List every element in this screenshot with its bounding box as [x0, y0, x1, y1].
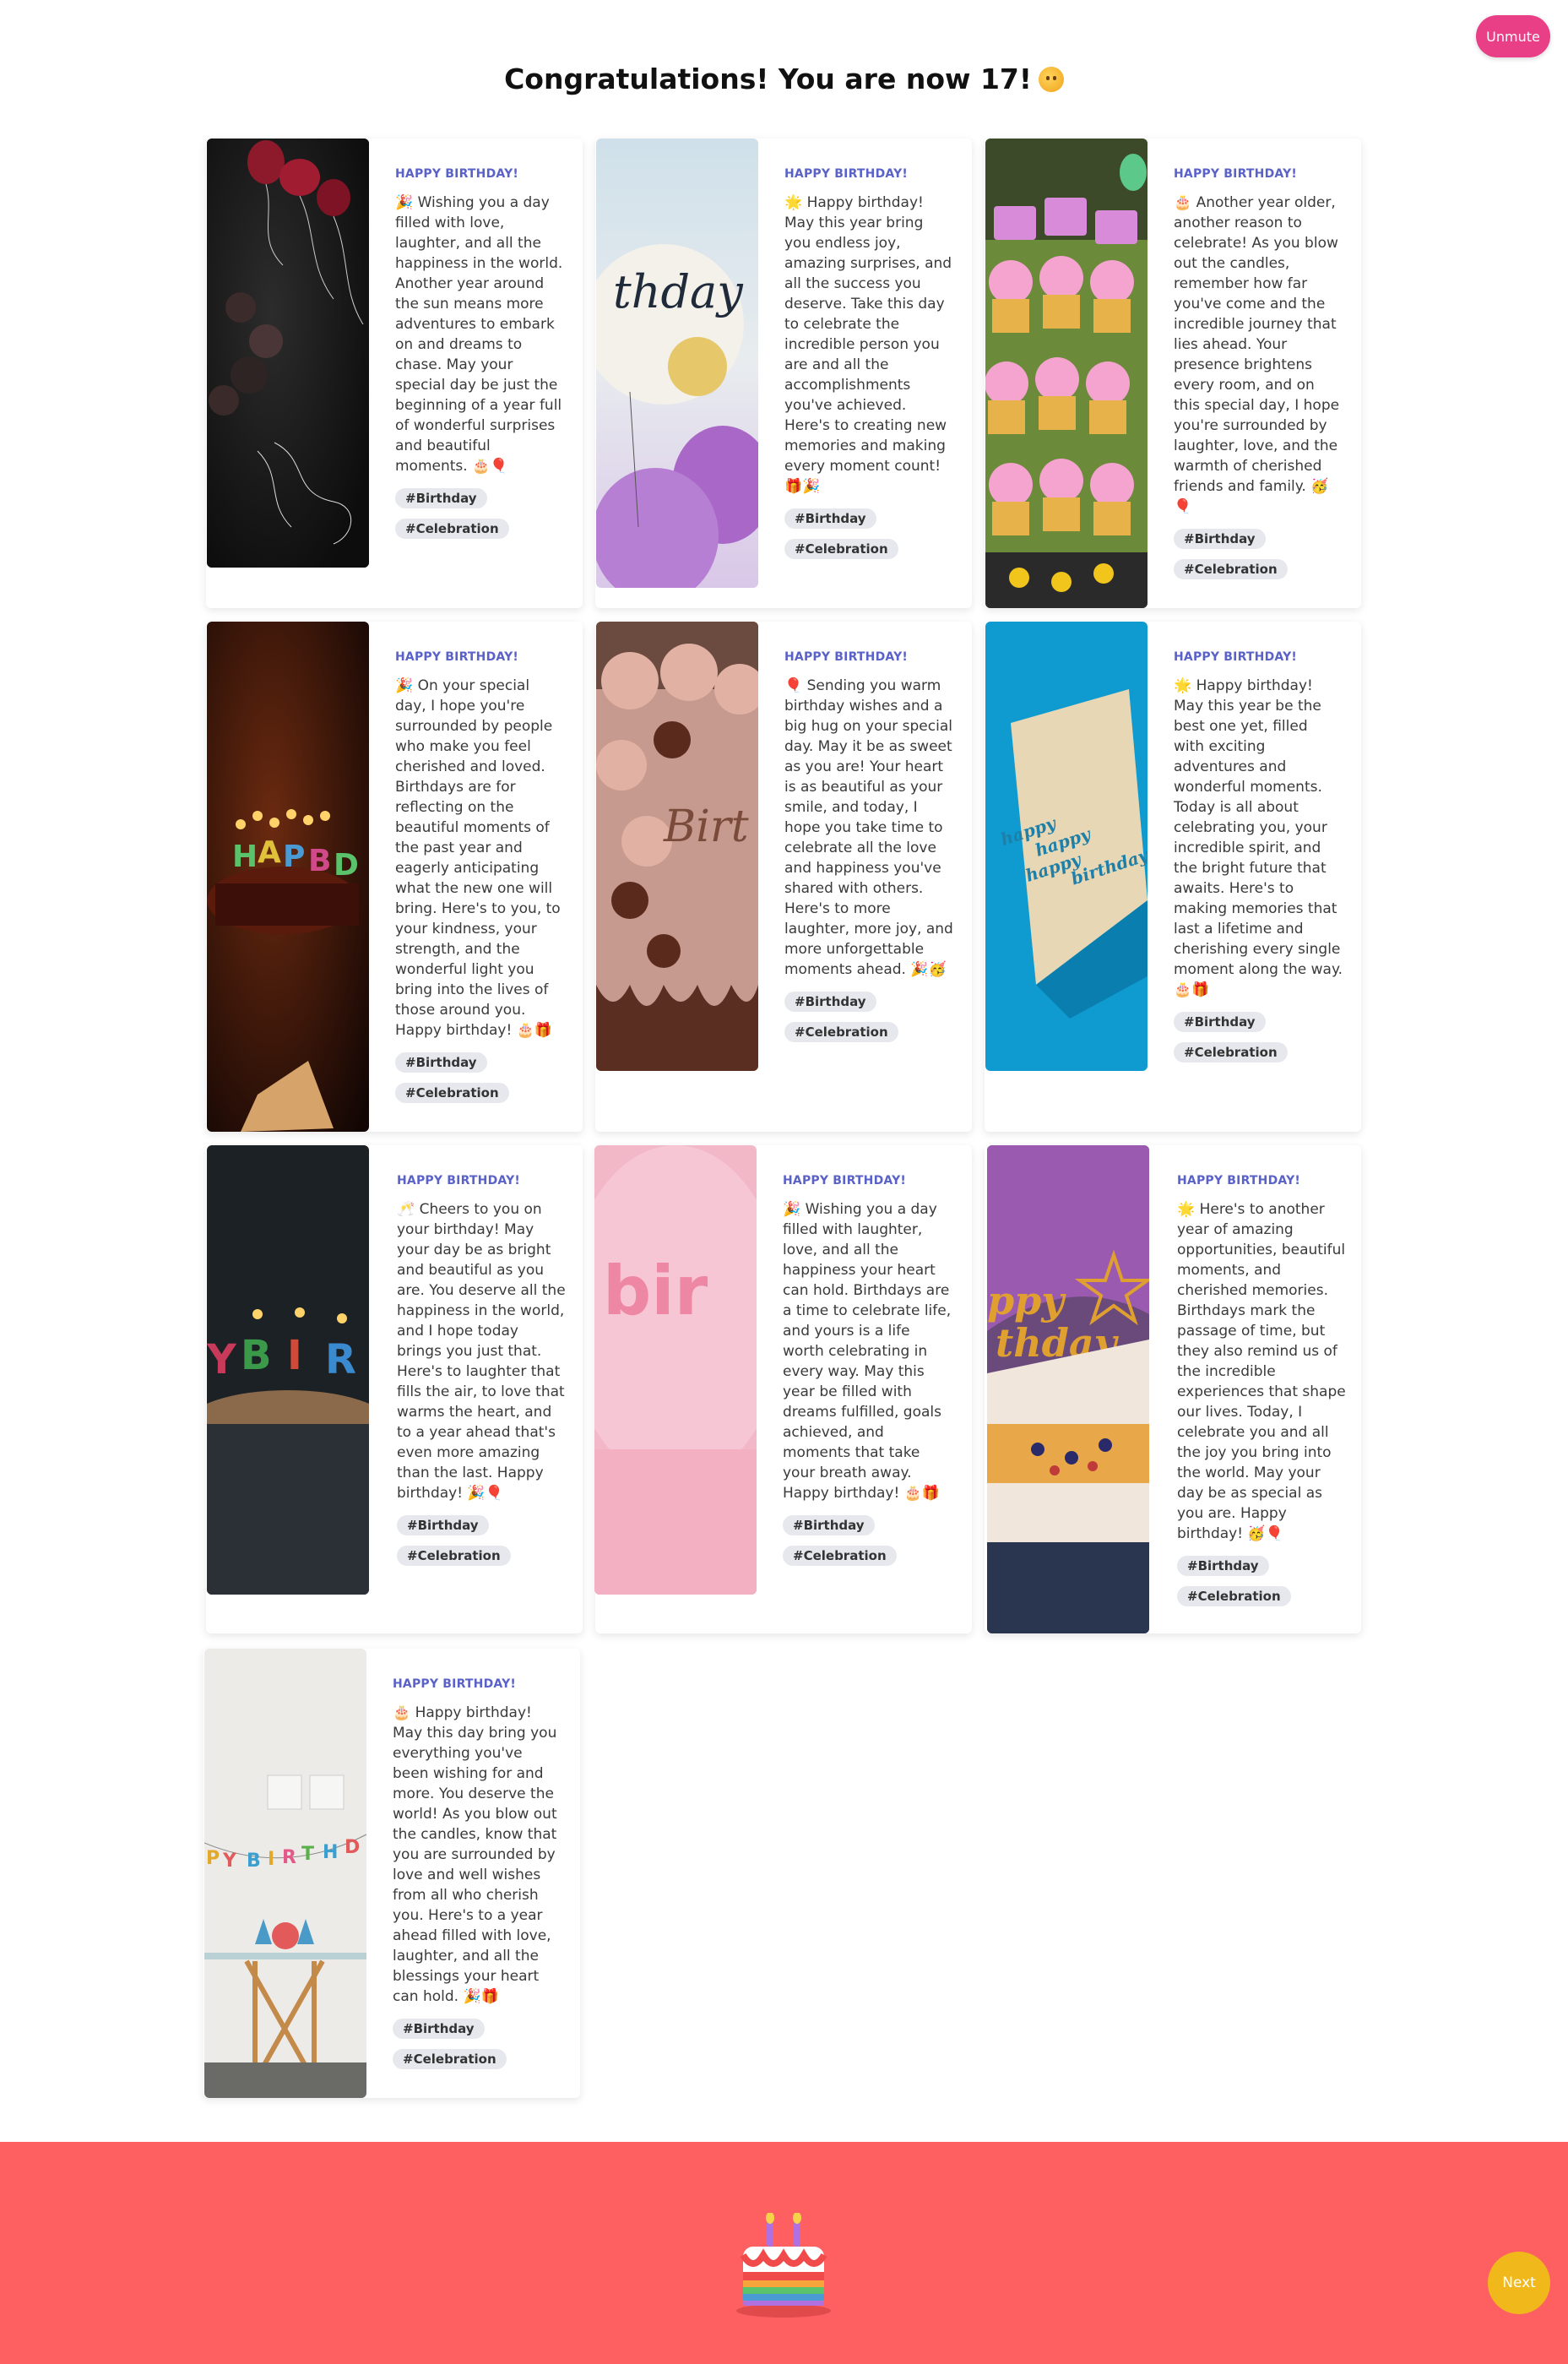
card-label: HAPPY BIRTHDAY! — [395, 650, 519, 664]
card-label: HAPPY BIRTHDAY! — [1177, 1174, 1301, 1187]
svg-text:I: I — [268, 1849, 274, 1870]
tag-celebration[interactable]: #Celebration — [1174, 1042, 1288, 1062]
card-message: 🎉 Wishing you a day filled with laughter… — [783, 1201, 952, 1502]
birthday-cake-icon — [735, 2212, 833, 2318]
card-text: HAPPY BIRTHDAY! 🌟 Happy birthday! May th… — [1174, 650, 1343, 1073]
wish-card: HAPPY BIRTHDAY! 🎉 Wishing you a day fill… — [206, 139, 583, 608]
svg-text:B: B — [308, 844, 331, 878]
tag-birthday[interactable]: #Birthday — [395, 1052, 487, 1073]
card-text: HAPPY BIRTHDAY! 🌟 Happy birthday! May th… — [784, 167, 953, 569]
svg-text:D: D — [334, 848, 359, 883]
wish-card: ppy thday HAPPY BIRTHDAY! 🌟 Here's to an… — [985, 1145, 1361, 1633]
card-message: 🌟 Happy birthday! May this year bring yo… — [784, 194, 952, 495]
hugging-face-emoji-icon — [1038, 66, 1064, 92]
svg-text:H: H — [323, 1842, 338, 1863]
tag-celebration[interactable]: #Celebration — [397, 1546, 511, 1566]
page-title-text: Congratulations! You are now 17! — [504, 62, 1032, 95]
svg-text:thday: thday — [613, 265, 744, 318]
svg-text:A: A — [258, 835, 281, 870]
card-label: HAPPY BIRTHDAY! — [395, 167, 519, 181]
svg-text:P: P — [283, 840, 305, 874]
card-label: HAPPY BIRTHDAY! — [397, 1174, 521, 1187]
tag-birthday[interactable]: #Birthday — [1174, 1012, 1266, 1032]
svg-text:R: R — [282, 1847, 296, 1868]
balloons-image — [207, 139, 369, 568]
chocolate-cake-image: Birt — [596, 622, 758, 1071]
card-message: 🎈 Sending you warm birthday wishes and a… — [784, 677, 953, 978]
svg-text:ppy: ppy — [987, 1278, 1066, 1323]
card-message: 🌟 Here's to another year of amazing oppo… — [1177, 1201, 1346, 1542]
tag-birthday[interactable]: #Birthday — [395, 488, 487, 508]
svg-text:D: D — [345, 1837, 360, 1858]
tag-celebration[interactable]: #Celebration — [783, 1546, 897, 1566]
wish-card: happy happy happy birthday. HAPPY BIRTHD… — [985, 622, 1361, 1132]
card-message: 🎂 Another year older, another reason to … — [1174, 194, 1340, 515]
card-message: 🎉 Wishing you a day filled with love, la… — [395, 194, 563, 475]
card-text: HAPPY BIRTHDAY! 🎉 Wishing you a day fill… — [783, 1174, 952, 1576]
tag-celebration[interactable]: #Celebration — [395, 519, 509, 539]
next-button[interactable]: Next — [1488, 2252, 1550, 2314]
pink-balloon-image: bir — [594, 1145, 757, 1595]
tag-birthday[interactable]: #Birthday — [784, 992, 876, 1012]
card-label: HAPPY BIRTHDAY! — [783, 1174, 907, 1187]
tag-birthday[interactable]: #Birthday — [783, 1515, 875, 1535]
cake-slice-image: ppy thday — [987, 1145, 1149, 1633]
card-text: HAPPY BIRTHDAY! 🎂 Another year older, an… — [1174, 167, 1343, 590]
tag-birthday[interactable]: #Birthday — [397, 1515, 489, 1535]
card-message: 🥂 Cheers to you on your birthday! May yo… — [397, 1201, 566, 1502]
card-label: HAPPY BIRTHDAY! — [784, 167, 909, 181]
card-text: HAPPY BIRTHDAY! 🎂 Happy birthday! May th… — [393, 1677, 562, 2079]
svg-text:T: T — [301, 1844, 314, 1865]
wish-card: Birt HAPPY BIRTHDAY! 🎈 Sending you warm … — [595, 622, 972, 1132]
svg-text:I: I — [287, 1332, 302, 1379]
tag-birthday[interactable]: #Birthday — [1177, 1556, 1269, 1576]
wish-card: thday HAPPY BIRTHDAY! 🌟 Happy birthday! … — [595, 139, 972, 608]
card-text: HAPPY BIRTHDAY! 🎉 Wishing you a day fill… — [395, 167, 564, 549]
wish-card: HAPPY BIRTHDAY! 🎂 Another year older, an… — [985, 139, 1361, 608]
svg-text:B: B — [247, 1850, 261, 1872]
svg-text:Y: Y — [207, 1336, 237, 1383]
cake-candles-image: HAPBD — [207, 622, 369, 1132]
wish-card: bir HAPPY BIRTHDAY! 🎉 Wishing you a day … — [594, 1145, 972, 1633]
unmute-button[interactable]: Unmute — [1476, 15, 1550, 57]
tag-celebration[interactable]: #Celebration — [395, 1083, 509, 1103]
card-text: HAPPY BIRTHDAY! 🥂 Cheers to you on your … — [397, 1174, 566, 1576]
svg-text:bir: bir — [603, 1252, 708, 1330]
svg-text:R: R — [325, 1336, 356, 1383]
svg-text:Birt: Birt — [663, 802, 749, 852]
card-text: HAPPY BIRTHDAY! 🎈 Sending you warm birth… — [784, 650, 953, 1052]
tag-birthday[interactable]: #Birthday — [393, 2019, 485, 2039]
card-text: HAPPY BIRTHDAY! 🎉 On your special day, I… — [395, 650, 564, 1113]
wish-card: PYBIRTHD HAPPY BIRTHDAY! 🎂 Happy birthda… — [203, 1649, 580, 2098]
svg-text:Y: Y — [222, 1850, 237, 1872]
letter-candles-image: YBIR — [207, 1145, 369, 1595]
wish-card: YBIR HAPPY BIRTHDAY! 🥂 Cheers to you on … — [206, 1145, 583, 1633]
birthday-balloon-image: thday — [596, 139, 758, 588]
card-label: HAPPY BIRTHDAY! — [784, 650, 909, 664]
svg-text:B: B — [241, 1332, 272, 1379]
card-message: 🎉 On your special day, I hope you're sur… — [395, 677, 561, 1039]
cupcakes-image — [985, 139, 1148, 608]
card-label: HAPPY BIRTHDAY! — [1174, 167, 1298, 181]
svg-text:H: H — [232, 840, 258, 874]
svg-text:P: P — [206, 1848, 220, 1869]
card-label: HAPPY BIRTHDAY! — [1174, 650, 1298, 664]
card-message: 🌟 Happy birthday! May this year be the b… — [1174, 677, 1343, 998]
tag-celebration[interactable]: #Celebration — [393, 2049, 507, 2069]
tag-birthday[interactable]: #Birthday — [784, 508, 876, 529]
party-room-image: PYBIRTHD — [204, 1649, 366, 2098]
card-message: 🎂 Happy birthday! May this day bring you… — [393, 1704, 557, 2005]
tag-celebration[interactable]: #Celebration — [1174, 559, 1288, 579]
page-title: Congratulations! You are now 17! — [0, 62, 1568, 95]
tag-birthday[interactable]: #Birthday — [1174, 529, 1266, 549]
birthday-card-image: happy happy happy birthday. — [985, 622, 1148, 1071]
tag-celebration[interactable]: #Celebration — [784, 539, 898, 559]
tag-celebration[interactable]: #Celebration — [784, 1022, 898, 1042]
wish-card: HAPBD HAPPY BIRTHDAY! 🎉 On your special … — [206, 622, 583, 1132]
card-text: HAPPY BIRTHDAY! 🌟 Here's to another year… — [1177, 1174, 1346, 1617]
card-label: HAPPY BIRTHDAY! — [393, 1677, 517, 1691]
tag-celebration[interactable]: #Celebration — [1177, 1586, 1291, 1606]
